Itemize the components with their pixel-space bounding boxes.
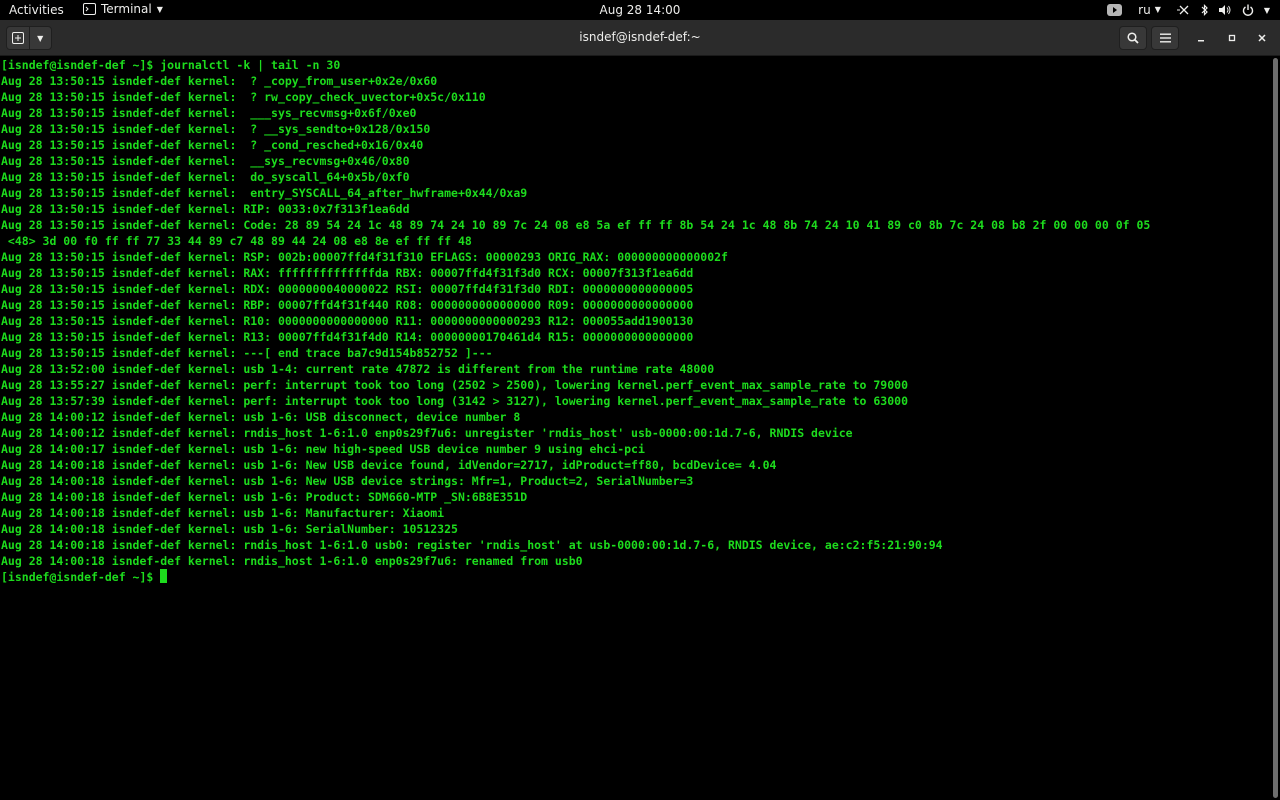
scrollbar[interactable]: [1270, 56, 1280, 800]
terminal-line: Aug 28 13:50:15 isndef-def kernel: entry…: [1, 186, 528, 200]
network-icon[interactable]: [1176, 4, 1191, 16]
search-button[interactable]: [1119, 26, 1147, 50]
hamburger-menu-icon: [1159, 33, 1171, 43]
caret-down-icon[interactable]: ▼: [1264, 6, 1270, 15]
terminal-line: Aug 28 13:50:15 isndef-def kernel: R13: …: [1, 330, 694, 344]
bluetooth-icon[interactable]: [1201, 4, 1209, 16]
app-menu-button[interactable]: Terminal ▼: [83, 2, 163, 16]
terminal-line: Aug 28 14:00:18 isndef-def kernel: usb 1…: [1, 506, 445, 520]
keyboard-layout-button[interactable]: ru ▼: [1138, 2, 1161, 18]
search-icon: [1127, 32, 1139, 44]
new-tab-menu-button[interactable]: ▼: [28, 27, 52, 49]
terminal-app-icon: [83, 3, 96, 15]
terminal-line: Aug 28 14:00:12 isndef-def kernel: rndis…: [1, 426, 853, 440]
terminal-line: Aug 28 13:50:15 isndef-def kernel: Code:…: [1, 218, 1151, 232]
window-title: isndef@isndef-def:~: [579, 30, 701, 44]
prompt-line[interactable]: [isndef@isndef-def ~]$: [1, 569, 1150, 585]
maximize-icon: [1228, 34, 1236, 42]
terminal-line: Aug 28 14:00:18 isndef-def kernel: usb 1…: [1, 474, 694, 488]
power-icon[interactable]: [1242, 4, 1254, 16]
minimize-button[interactable]: [1191, 28, 1211, 48]
terminal-line: Aug 28 13:50:15 isndef-def kernel: ? _co…: [1, 74, 438, 88]
terminal-output: [isndef@isndef-def ~]$ journalctl -k | t…: [1, 57, 1150, 585]
new-tab-button-group: ▼: [6, 26, 52, 50]
terminal-line: Aug 28 14:00:12 isndef-def kernel: usb 1…: [1, 410, 521, 424]
text-cursor: [160, 569, 168, 583]
terminal-line: Aug 28 14:00:18 isndef-def kernel: usb 1…: [1, 522, 458, 536]
terminal-line: Aug 28 13:50:15 isndef-def kernel: R10: …: [1, 314, 694, 328]
terminal-line: Aug 28 13:50:15 isndef-def kernel: RDX: …: [1, 282, 694, 296]
close-button[interactable]: [1252, 28, 1272, 48]
window-header-bar: ▼ isndef@isndef-def:~: [0, 20, 1280, 56]
prompt-text: [isndef@isndef-def ~]$: [1, 570, 161, 584]
top-bar: Activities Terminal ▼ Aug 28 14:00 ru ▼: [0, 0, 1280, 20]
terminal-line: Aug 28 13:50:15 isndef-def kernel: __sys…: [1, 154, 410, 168]
terminal-line: Aug 28 13:50:15 isndef-def kernel: do_sy…: [1, 170, 410, 184]
terminal-line: Aug 28 14:00:17 isndef-def kernel: usb 1…: [1, 442, 645, 456]
volume-icon[interactable]: [1218, 4, 1232, 16]
terminal-line: Aug 28 13:50:15 isndef-def kernel: ___sy…: [1, 106, 417, 120]
terminal-line: Aug 28 13:55:27 isndef-def kernel: perf:…: [1, 378, 908, 392]
terminal-line: Aug 28 13:50:15 isndef-def kernel: RSP: …: [1, 250, 728, 264]
terminal-line: Aug 28 14:00:18 isndef-def kernel: usb 1…: [1, 490, 528, 504]
close-icon: [1258, 34, 1266, 42]
new-tab-icon: [11, 32, 24, 44]
terminal-line: Aug 28 13:50:15 isndef-def kernel: ---[ …: [1, 346, 493, 360]
caret-down-icon: ▼: [1154, 5, 1161, 14]
terminal-line: [isndef@isndef-def ~]$ journalctl -k | t…: [1, 58, 341, 72]
terminal-line: Aug 28 13:52:00 isndef-def kernel: usb 1…: [1, 362, 715, 376]
terminal-line: <48> 3d 00 f0 ff ff 77 33 44 89 c7 48 89…: [1, 234, 472, 248]
app-menu-label: Terminal: [101, 2, 152, 16]
clock-button[interactable]: Aug 28 14:00: [600, 3, 681, 17]
terminal-line: Aug 28 13:50:15 isndef-def kernel: RAX: …: [1, 266, 694, 280]
scrollbar-thumb[interactable]: [1273, 58, 1278, 798]
video-icon[interactable]: [1107, 4, 1123, 16]
terminal-line: Aug 28 14:00:18 isndef-def kernel: rndis…: [1, 538, 943, 552]
activities-button[interactable]: Activities: [9, 3, 64, 17]
maximize-button[interactable]: [1222, 28, 1242, 48]
new-tab-button[interactable]: [7, 27, 29, 49]
terminal-line: Aug 28 13:50:15 isndef-def kernel: ? __s…: [1, 122, 431, 136]
terminal-line: Aug 28 14:00:18 isndef-def kernel: rndis…: [1, 554, 583, 568]
terminal-line: Aug 28 14:00:18 isndef-def kernel: usb 1…: [1, 458, 777, 472]
system-tray: ru ▼ ▼: [1107, 2, 1270, 18]
terminal-view[interactable]: [isndef@isndef-def ~]$ journalctl -k | t…: [0, 56, 1270, 800]
terminal-line: Aug 28 13:50:15 isndef-def kernel: ? _co…: [1, 138, 424, 152]
keyboard-layout-label: ru: [1138, 3, 1151, 17]
terminal-line: Aug 28 13:50:15 isndef-def kernel: RIP: …: [1, 202, 410, 216]
hamburger-menu-button[interactable]: [1151, 26, 1179, 50]
minimize-icon: [1198, 40, 1204, 42]
caret-down-icon: ▼: [156, 4, 163, 14]
terminal-line: Aug 28 13:50:15 isndef-def kernel: RBP: …: [1, 298, 694, 312]
terminal-line: Aug 28 13:57:39 isndef-def kernel: perf:…: [1, 394, 908, 408]
caret-down-icon: ▼: [37, 33, 44, 43]
terminal-line: Aug 28 13:50:15 isndef-def kernel: ? rw_…: [1, 90, 486, 104]
